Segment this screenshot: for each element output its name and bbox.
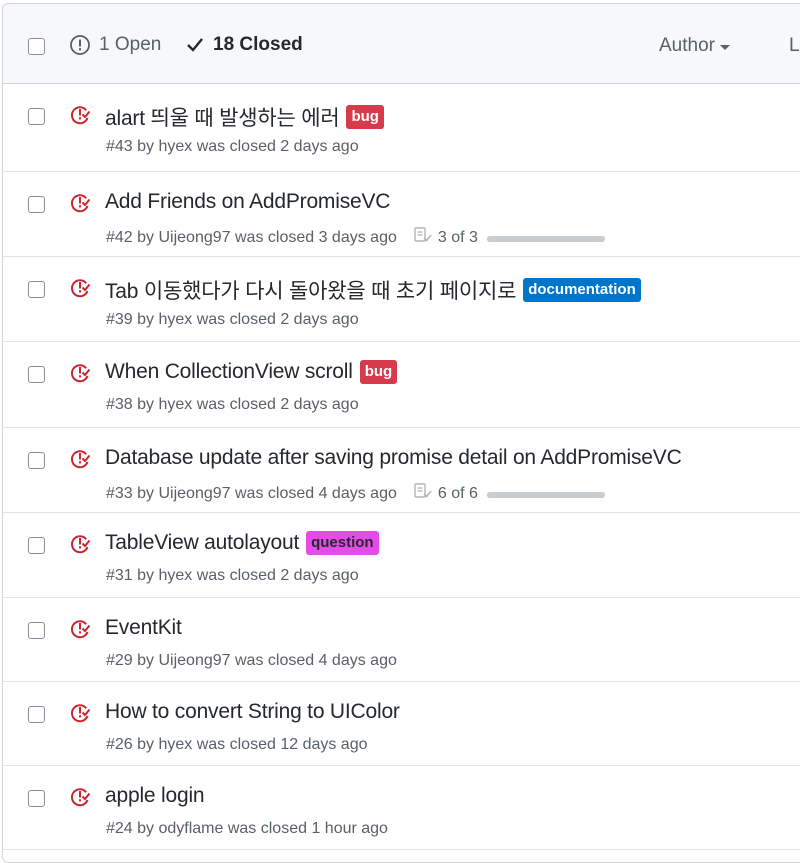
issue-row[interactable]: Database update after saving promise det… bbox=[3, 428, 800, 513]
issue-title-line: alart 띄울 때 발생하는 에러 bug bbox=[105, 102, 384, 132]
issue-row[interactable]: Add Friends on AddPromiseVC #42 by Uijeo… bbox=[3, 172, 800, 257]
issue-meta: #33 by Uijeong97 was closed 4 days ago 6… bbox=[106, 482, 605, 505]
issue-checkbox[interactable] bbox=[28, 622, 45, 639]
issues-box: 1 Open 18 Closed Author L alart 띄울 때 발생하… bbox=[2, 3, 800, 863]
issue-closed-icon bbox=[69, 533, 91, 560]
issue-row[interactable]: TableView autolayout question #31 by hye… bbox=[3, 513, 800, 598]
issue-title-line: Add Friends on AddPromiseVC bbox=[105, 190, 390, 214]
caret-down-icon bbox=[719, 44, 730, 50]
issue-title[interactable]: When CollectionView scroll bbox=[105, 360, 353, 384]
tasklist-icon bbox=[413, 482, 438, 505]
label-bug[interactable]: bug bbox=[346, 105, 384, 129]
open-filter[interactable]: 1 Open bbox=[69, 34, 161, 56]
issue-meta: #39 by hyex was closed 2 days ago bbox=[106, 311, 359, 329]
issue-meta-text: #26 by hyex was closed 12 days ago bbox=[106, 736, 368, 753]
task-progress: 3 of 3 bbox=[413, 226, 605, 249]
issue-title-line: apple login bbox=[105, 784, 205, 808]
author-label: Author bbox=[659, 35, 715, 56]
issue-checkbox[interactable] bbox=[28, 108, 45, 125]
issue-meta: #24 by odyflame was closed 1 hour ago bbox=[106, 820, 388, 838]
issue-meta-text: #42 by Uijeong97 was closed 3 days ago bbox=[106, 228, 397, 246]
select-all-checkbox[interactable] bbox=[28, 38, 45, 55]
issue-meta-text: #39 by hyex was closed 2 days ago bbox=[106, 311, 359, 328]
issue-title-line: TableView autolayout question bbox=[105, 531, 379, 555]
issue-row[interactable]: When CollectionView scroll bug #38 by hy… bbox=[3, 342, 800, 428]
task-count: 6 of 6 bbox=[437, 484, 478, 502]
closed-filter[interactable]: 18 Closed bbox=[185, 34, 303, 56]
issue-title[interactable]: Add Friends on AddPromiseVC bbox=[105, 190, 390, 214]
issue-title[interactable]: Tab 이동했다가 다시 돌아왔을 때 초기 페이지로 bbox=[105, 275, 516, 305]
open-count: 1 Open bbox=[99, 34, 162, 55]
issue-meta-text: #43 by hyex was closed 2 days ago bbox=[106, 138, 359, 155]
issue-closed-icon bbox=[69, 448, 91, 475]
issue-closed-icon bbox=[69, 786, 91, 813]
issue-row[interactable]: alart 띄울 때 발생하는 에러 bug #43 by hyex was c… bbox=[3, 84, 800, 172]
author-filter[interactable]: Author bbox=[659, 35, 730, 57]
task-count: 3 of 3 bbox=[437, 228, 478, 246]
closed-count: 18 Closed bbox=[213, 34, 303, 55]
issue-meta-text: #33 by Uijeong97 was closed 4 days ago bbox=[106, 484, 397, 502]
tasklist-icon bbox=[413, 226, 438, 249]
issue-closed-icon bbox=[69, 702, 91, 729]
task-progress: 6 of 6 bbox=[413, 482, 605, 505]
issue-title[interactable]: Database update after saving promise det… bbox=[105, 446, 682, 470]
label-documentation[interactable]: documentation bbox=[523, 278, 641, 302]
issue-meta: #29 by Uijeong97 was closed 4 days ago bbox=[106, 652, 397, 670]
issue-closed-icon bbox=[69, 192, 91, 219]
issue-title[interactable]: How to convert String to UIColor bbox=[105, 700, 400, 724]
issue-checkbox[interactable] bbox=[28, 537, 45, 554]
issue-meta-text: #24 by odyflame was closed 1 hour ago bbox=[106, 820, 388, 837]
issue-closed-icon bbox=[69, 277, 91, 304]
issue-opened-icon bbox=[70, 35, 90, 55]
issue-title-line: Database update after saving promise det… bbox=[105, 446, 682, 470]
issue-meta: #26 by hyex was closed 12 days ago bbox=[106, 736, 368, 754]
issue-closed-icon bbox=[69, 618, 91, 645]
issue-checkbox[interactable] bbox=[28, 706, 45, 723]
issue-title[interactable]: TableView autolayout bbox=[105, 531, 299, 555]
task-progress-bar bbox=[486, 235, 605, 242]
issue-meta-text: #29 by Uijeong97 was closed 4 days ago bbox=[106, 652, 397, 669]
issue-row[interactable]: Tab 이동했다가 다시 돌아왔을 때 초기 페이지로 documentatio… bbox=[3, 257, 800, 342]
issue-row[interactable]: How to convert String to UIColor #26 by … bbox=[3, 682, 800, 766]
issue-closed-icon bbox=[69, 362, 91, 389]
issue-checkbox[interactable] bbox=[28, 790, 45, 807]
issue-checkbox[interactable] bbox=[28, 196, 45, 213]
issue-title[interactable]: apple login bbox=[105, 784, 205, 808]
issues-header: 1 Open 18 Closed Author L bbox=[3, 4, 800, 84]
issue-title-line: EventKit bbox=[105, 616, 182, 640]
issue-title[interactable]: alart 띄울 때 발생하는 에러 bbox=[105, 102, 340, 132]
issue-title-line: When CollectionView scroll bug bbox=[105, 360, 398, 384]
issue-row[interactable]: apple login #24 by odyflame was closed 1… bbox=[3, 766, 800, 850]
issue-closed-icon bbox=[69, 104, 91, 131]
label-bug[interactable]: bug bbox=[359, 360, 398, 384]
issue-checkbox[interactable] bbox=[28, 452, 45, 469]
issue-meta-text: #38 by hyex was closed 2 days ago bbox=[106, 396, 359, 413]
issue-checkbox[interactable] bbox=[28, 281, 45, 298]
issue-meta: #31 by hyex was closed 2 days ago bbox=[106, 567, 359, 585]
issue-meta-text: #31 by hyex was closed 2 days ago bbox=[106, 567, 359, 584]
issue-meta: #38 by hyex was closed 2 days ago bbox=[106, 396, 359, 414]
issue-meta: #43 by hyex was closed 2 days ago bbox=[106, 138, 359, 156]
issue-title[interactable]: EventKit bbox=[105, 616, 182, 640]
issue-meta: #42 by Uijeong97 was closed 3 days ago 3… bbox=[106, 226, 605, 249]
issue-checkbox[interactable] bbox=[28, 366, 45, 383]
label-question[interactable]: question bbox=[306, 531, 379, 555]
issue-title-line: How to convert String to UIColor bbox=[105, 700, 400, 724]
issue-row[interactable]: EventKit #29 by Uijeong97 was closed 4 d… bbox=[3, 598, 800, 682]
issue-title-line: Tab 이동했다가 다시 돌아왔을 때 초기 페이지로 documentatio… bbox=[105, 275, 641, 305]
check-icon bbox=[187, 38, 203, 52]
task-progress-bar bbox=[486, 491, 605, 498]
issue-list: alart 띄울 때 발생하는 에러 bug #43 by hyex was c… bbox=[3, 84, 800, 850]
label-filter[interactable]: L bbox=[789, 35, 800, 57]
